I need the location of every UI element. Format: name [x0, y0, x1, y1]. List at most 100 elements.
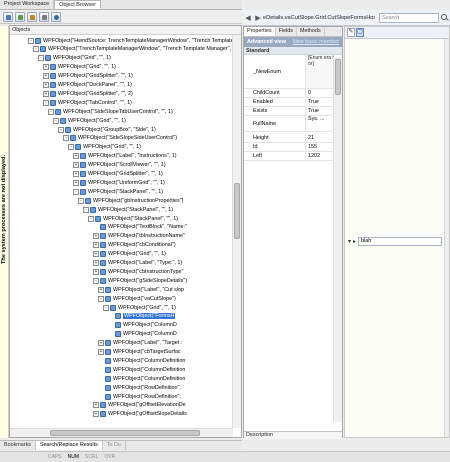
tree-node[interactable]: + WPFObject("tbInstructionName" — [93, 232, 185, 241]
expand-icon[interactable]: + — [98, 349, 104, 355]
property-value[interactable]: [Enum era tor] — [305, 55, 334, 88]
property-value[interactable]: True — [305, 107, 334, 115]
refresh-icon[interactable] — [3, 11, 13, 22]
collapse-icon[interactable]: - — [58, 126, 64, 133]
back-arrow-icon[interactable]: ◀ — [243, 14, 253, 22]
tab-methods[interactable]: Methods — [297, 27, 325, 36]
collapse-icon[interactable]: - — [68, 144, 74, 151]
collapse-icon[interactable]: - — [88, 215, 94, 222]
property-row[interactable]: Exists True — [244, 107, 334, 116]
tree-node[interactable]: WPFObject("RowDefinition", — [98, 383, 181, 392]
collapse-icon[interactable]: - — [78, 197, 84, 204]
map-object-icon[interactable] — [27, 11, 37, 22]
expand-icon[interactable]: + — [43, 90, 49, 97]
tree-node-label[interactable]: WPFObject("ColumnDefinition — [113, 358, 185, 364]
tree-node[interactable]: + WPFObject("Label", "Cut slop — [98, 285, 184, 294]
tree-node-label[interactable]: WPFObject("TrenchTemplateManagerWindow",… — [48, 46, 231, 52]
expand-icon[interactable]: + — [93, 242, 99, 249]
tree-node[interactable]: - WPFObject("StackPanel", "", 1) — [73, 187, 163, 196]
property-row[interactable]: Left 1202 — [244, 152, 334, 161]
properties-scrollbar[interactable] — [333, 57, 342, 422]
tree-node-label[interactable]: WPFObject("Label", "Type:", 1) — [108, 260, 182, 266]
tree-node-label[interactable]: WPFObject("UniformGrid", "", 1) — [88, 180, 165, 186]
expand-icon[interactable]: + — [93, 268, 99, 275]
tree-node-label[interactable]: WPFObject("Label", "Cut slop — [113, 287, 184, 293]
tree-node-label[interactable]: WPFObject("gbInstructionProperties") — [93, 198, 183, 204]
tab-fields[interactable]: Fields — [276, 27, 297, 36]
tree-node[interactable]: WPFObject("ColumnDefinition — [98, 365, 185, 374]
tree-node[interactable]: - WPFObject("StackPanel", "", 1) — [88, 214, 178, 223]
tree-node-label[interactable]: WPFObject("Grid", "", 1) — [53, 55, 111, 61]
tree-node[interactable]: + WPFObject("gOffsetSlopeDetails — [93, 410, 187, 419]
tree-node[interactable]: + WPFObject("Grid", "", 1) — [43, 63, 116, 72]
property-row[interactable]: FullName Sys. ... — [244, 116, 334, 132]
tree-node-label[interactable]: WPFObject("DockPanel", "", 1) — [58, 82, 132, 88]
expand-icon[interactable]: + — [43, 73, 49, 80]
tree-node[interactable]: + WPFObject("Label", "Instructions", 1) — [73, 152, 177, 161]
tree-node-label[interactable]: WPFObject("GridSplitter", "", 2) — [58, 91, 133, 97]
tree-node[interactable]: WPFObject("ColumnD — [108, 330, 177, 339]
property-value[interactable]: True — [305, 98, 334, 106]
view-icon[interactable]: ▢ — [356, 28, 364, 37]
tree-node[interactable]: WPFObject("TextBlock", "Name:" — [93, 223, 187, 232]
property-row[interactable]: Id 155 — [244, 143, 334, 152]
new-basic-member-link[interactable]: New basic member — [293, 39, 339, 45]
tree-node[interactable]: + WPFObject("GridSplitter", "", 1) — [73, 170, 163, 179]
tree-node[interactable]: WPFObject("RowDefinition", — [98, 392, 181, 401]
tree-node[interactable]: + WPFObject("GridSplitter", "", 1) — [43, 72, 133, 81]
expand-icon[interactable]: + — [73, 179, 79, 186]
tree-node-label[interactable]: WPFObject("gOffsetElevationDe — [108, 402, 186, 408]
property-row[interactable]: Height 21 — [244, 134, 334, 143]
tree-node[interactable]: - WPFObject("Grid", "", 1) — [68, 143, 141, 152]
collapse-icon[interactable]: - — [28, 37, 34, 44]
tree-node[interactable]: + WPFObject("gOffsetElevationDe — [93, 401, 186, 410]
collapse-icon[interactable]: - — [83, 206, 89, 213]
tab-properties[interactable]: Properties — [244, 27, 276, 36]
collapse-icon[interactable]: - — [48, 108, 54, 115]
tree-node[interactable]: + WPFObject("ScrollViewer", "", 1) — [73, 161, 166, 170]
collapse-icon[interactable]: - — [98, 295, 104, 302]
collapse-icon[interactable]: - — [53, 117, 59, 124]
collapse-icon[interactable]: - — [73, 188, 79, 195]
tree-node[interactable]: + WPFObject("DockPanel", "", 1) — [43, 81, 132, 90]
tree-node-label[interactable]: WPFObject("Grid", "", 1) — [118, 305, 176, 311]
tab-search-replace-results[interactable]: Search/Replace Results — [35, 441, 103, 450]
category-standard[interactable]: Standard — [244, 47, 342, 55]
tree-vertical-scrollbar[interactable] — [232, 35, 241, 428]
tree-node-label[interactable]: WPFObject("ColumnDefinition — [113, 376, 185, 382]
tab-object-browser[interactable]: Object Browser — [54, 0, 101, 9]
tree-node[interactable]: + WPFObject("cbInstructionType" — [93, 267, 183, 276]
collapse-icon[interactable]: - — [33, 46, 39, 53]
tree-node-label[interactable]: WPFObject("TextBlock", "Name:" — [108, 224, 187, 230]
property-value[interactable]: 0 — [305, 89, 334, 97]
tree-node[interactable]: + WPFObject("cbTargetSurfac — [98, 348, 181, 357]
tree-node-label[interactable]: WPFObject("TabControl", "", 1) — [58, 100, 132, 106]
scroll-thumb[interactable] — [50, 430, 200, 436]
collapse-icon[interactable]: - — [38, 55, 44, 62]
tree-node[interactable]: WPFObject("ColumnDefinition — [98, 356, 185, 365]
tree-node-label[interactable]: WPFObject("ColumnD — [123, 331, 177, 337]
value-editor-scrollbar[interactable] — [444, 39, 449, 437]
collapse-icon[interactable]: - — [63, 135, 69, 142]
tree-node[interactable]: WPFObject("ColumnDefinition — [98, 374, 185, 383]
expand-icon[interactable]: + — [93, 402, 99, 409]
tree-node-label[interactable]: WPFObject("ColumnD — [123, 322, 177, 328]
tree-node[interactable]: + WPFObject("GridSplitter", "", 2) — [43, 89, 133, 98]
tree-node-label[interactable]: WPFObject("SideSlopeSideUserControl") — [78, 135, 177, 141]
tree-node-label[interactable]: WPFObject("Grid", "", 1) — [68, 118, 126, 124]
tree-node-label[interactable]: WPFObject("StackPanel", "", 1) — [98, 207, 173, 213]
scroll-thumb[interactable] — [335, 59, 341, 95]
tree-node[interactable]: - WPFObject("StackPanel", "", 1) — [83, 205, 173, 214]
tree-node-label[interactable]: WPFObject("RowDefinition", — [113, 394, 181, 400]
tree-node[interactable]: - WPFObject("gSideSlopeDetails") — [93, 276, 187, 285]
tree-node[interactable]: - WPFObject("TabControl", "", 1) — [43, 98, 132, 107]
tree-node-label[interactable]: WPFObject("GroupBox", "Side", 1) — [73, 127, 156, 133]
tree-node-label[interactable]: WPFObject("StackPanel", "", 1) — [88, 189, 163, 195]
property-row[interactable]: ChildCount 0 — [244, 89, 334, 98]
tree-node[interactable]: WPFObject("ColumnD — [108, 321, 177, 330]
tree-node-label[interactable]: WPFObject("cbTargetSurfac — [113, 349, 181, 355]
property-row[interactable]: _NewEnum [Enum era tor] — [244, 55, 334, 89]
expand-icon[interactable]: + — [93, 411, 99, 418]
tree-node-label[interactable]: WPFObject("gSideSlopeDetails") — [108, 278, 187, 284]
tree-node-label[interactable]: WPFObject("GridSplitter", "", 1) — [88, 171, 163, 177]
